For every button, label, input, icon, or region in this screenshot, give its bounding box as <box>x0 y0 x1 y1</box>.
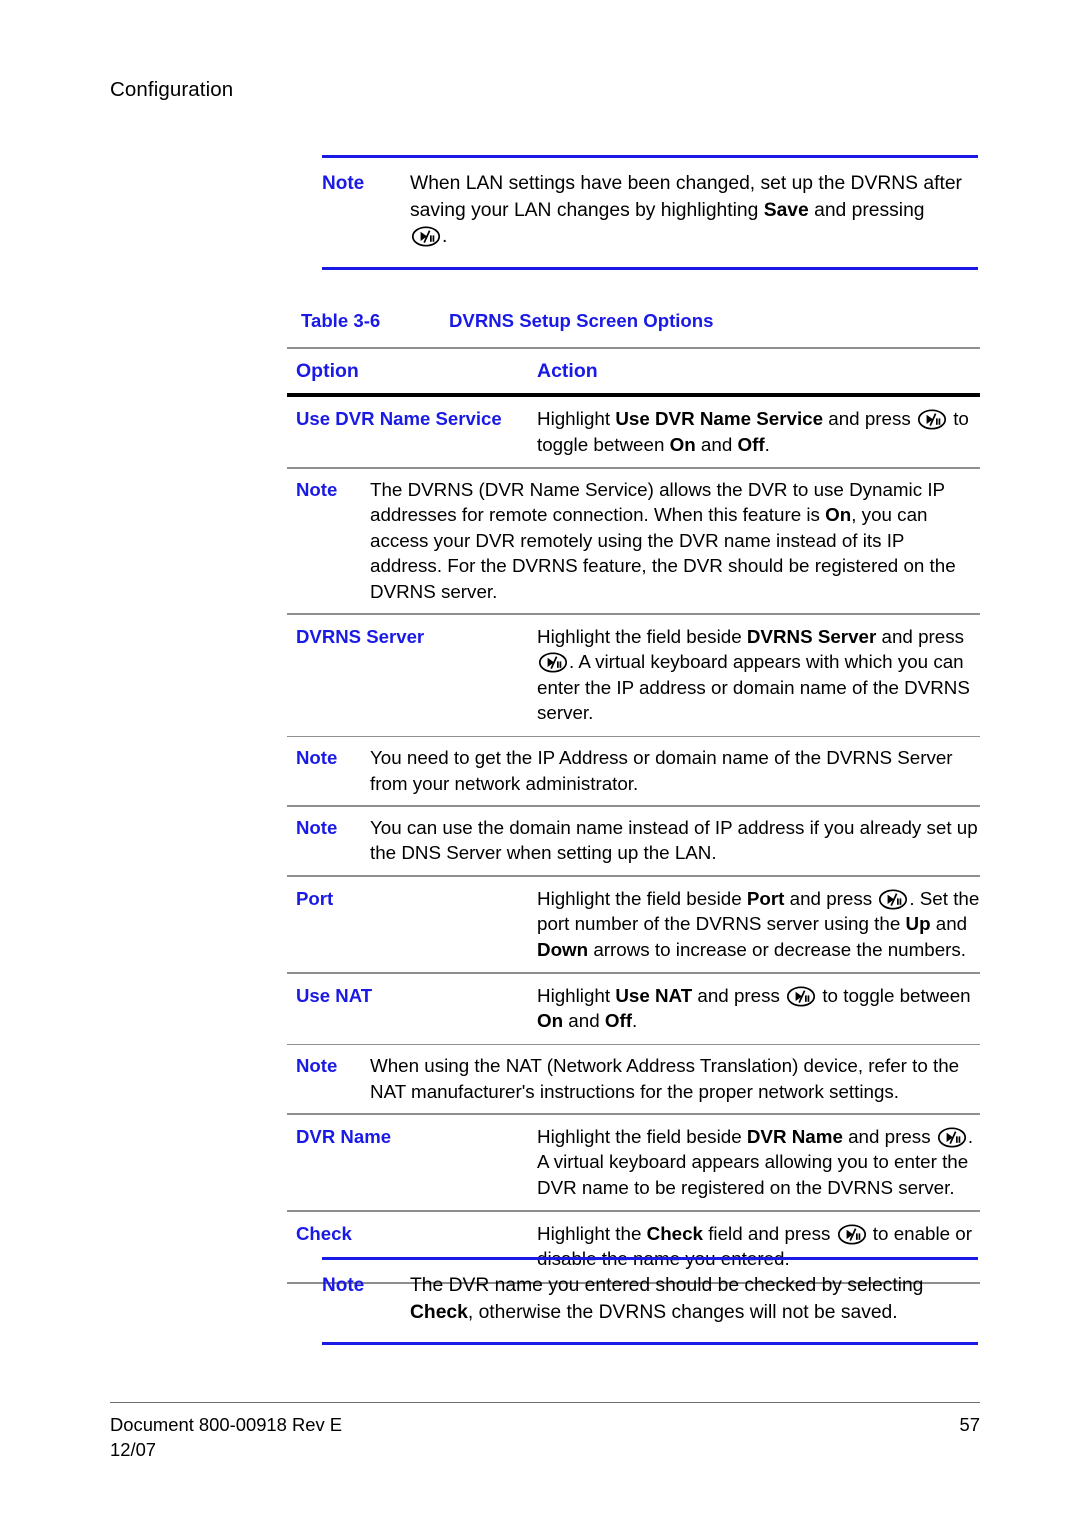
table-title-text: DVRNS Setup Screen Options <box>449 310 714 331</box>
action-cell: Highlight the field beside DVRNS Server … <box>537 625 970 724</box>
note-text: You can use the domain name instead of I… <box>370 816 978 864</box>
emphasis-text: On <box>669 433 696 455</box>
table-body: Use DVR Name Service Highlight Use DVR Na… <box>287 397 980 1284</box>
note-text: When using the NAT (Network Address Tran… <box>370 1055 960 1102</box>
emphasis-text: Down <box>537 938 589 960</box>
emphasis-text: Up <box>905 913 931 935</box>
note-text: The DVR name you entered should be check… <box>410 1275 924 1323</box>
emphasis-text: On <box>537 1010 564 1032</box>
footer-date: 12/07 <box>110 1439 157 1460</box>
option-cell: Check <box>296 1222 352 1244</box>
emphasis-text: Use NAT <box>615 984 693 1006</box>
footer-page-number: 57 <box>959 1414 980 1435</box>
bottom-note-callout: Note The DVR name you entered should be … <box>322 1257 978 1345</box>
play-pause-key-icon <box>411 226 441 247</box>
play-pause-key-icon <box>937 1127 967 1148</box>
note-text: The DVRNS (DVR Name Service) allows the … <box>370 478 956 602</box>
table-note-row: Note When using the NAT (Network Address … <box>287 1045 980 1113</box>
table-header-row: Option Action <box>287 349 980 394</box>
footer-document-number: Document 800-00918 Rev E <box>110 1414 343 1435</box>
play-pause-key-icon <box>878 889 908 910</box>
table-caption: Table 3-6 DVRNS Setup Screen Options <box>301 310 714 332</box>
note-label: Note <box>296 1055 338 1077</box>
table-number: Table 3-6 <box>301 310 381 331</box>
table-note-row: Note You can use the domain name instead … <box>287 807 980 875</box>
note-label: Note <box>322 1275 365 1296</box>
emphasis-text: On <box>825 504 852 526</box>
action-cell: Highlight the field beside DVR Name and … <box>537 1125 974 1198</box>
option-cell: DVR Name <box>296 1125 392 1147</box>
action-cell: Highlight Use NAT and press to toggle be… <box>537 984 971 1032</box>
note-label: Note <box>296 816 338 838</box>
running-header: Configuration <box>110 78 234 101</box>
option-cell: Use NAT <box>296 984 373 1006</box>
note-rule-bottom <box>322 266 978 270</box>
note-body: Note When LAN settings have been changed… <box>322 158 978 267</box>
option-cell: DVRNS Server <box>296 625 425 647</box>
emphasis-text: Use DVR Name Service <box>615 408 824 430</box>
column-header-option: Option <box>296 359 359 382</box>
table-note-row: Note You need to get the IP Address or do… <box>287 737 980 805</box>
action-cell: Highlight Use DVR Name Service and press… <box>537 408 969 455</box>
note-text: You need to get the IP Address or domain… <box>370 747 953 794</box>
emphasis-text: Check <box>410 1301 468 1323</box>
option-cell: Port <box>296 887 334 909</box>
note-rule-bottom <box>322 1342 978 1345</box>
action-cell: Highlight the field beside Port and pres… <box>537 887 980 960</box>
note-label: Note <box>296 478 338 500</box>
document-page: Configuration Note When LAN settings hav… <box>0 0 1080 1526</box>
table-row: Use DVR Name Service Highlight Use DVR Na… <box>287 397 980 467</box>
emphasis-text: Check <box>646 1222 703 1244</box>
play-pause-key-icon <box>538 652 568 673</box>
emphasis-text: Off <box>604 1010 632 1032</box>
option-cell: Use DVR Name Service <box>296 408 502 430</box>
emphasis-text: Save <box>763 199 809 221</box>
emphasis-text: Off <box>737 433 765 455</box>
column-header-action: Action <box>537 359 598 382</box>
play-pause-key-icon <box>837 1224 867 1245</box>
emphasis-text: DVRNS Server <box>746 625 877 647</box>
play-pause-key-icon <box>786 986 816 1007</box>
table-row: Port Highlight the field beside Port and … <box>287 877 980 973</box>
note-body: Note The DVR name you entered should be … <box>322 1260 978 1342</box>
table-row: Use NAT Highlight Use NAT and press to to… <box>287 974 980 1044</box>
footer-document-info: Document 800-00918 Rev E 12/07 <box>110 1412 342 1462</box>
play-pause-key-icon <box>917 409 947 430</box>
emphasis-text: Port <box>746 887 785 909</box>
top-note-callout: Note When LAN settings have been changed… <box>322 155 978 270</box>
dvrns-options-table: Option Action Use DVR Name Service Highli… <box>287 347 980 1284</box>
note-label: Note <box>296 747 338 769</box>
note-label: Note <box>322 173 365 194</box>
footer-rule <box>110 1402 980 1404</box>
table-row: DVRNS Server Highlight the field beside D… <box>287 615 980 736</box>
table-note-row: Note The DVRNS (DVR Name Service) allows … <box>287 469 980 614</box>
note-text: When LAN settings have been changed, set… <box>410 173 962 247</box>
table-row: DVR Name Highlight the field beside DVR N… <box>287 1115 980 1211</box>
emphasis-text: DVR Name <box>746 1125 843 1147</box>
